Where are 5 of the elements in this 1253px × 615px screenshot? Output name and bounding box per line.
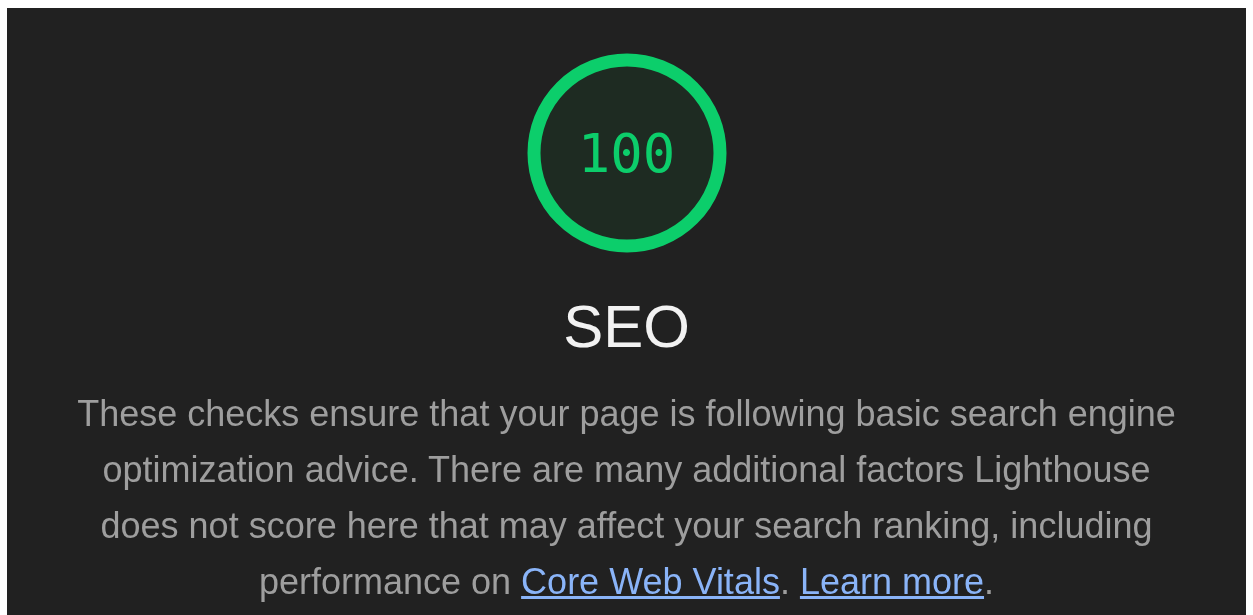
description-link[interactable]: Learn more xyxy=(799,561,985,602)
category-title: SEO xyxy=(563,295,690,359)
category-description: These checks ensure that your page is following basic search engine optimization advice. There are many additional factors Lighthouse does not score here that may affect your search ranking, including performance on Core Web Vitals. Learn more. xyxy=(76,392,1177,604)
description-link[interactable]: Core Web Vitals xyxy=(521,561,780,602)
score-value: 100 xyxy=(577,121,676,185)
